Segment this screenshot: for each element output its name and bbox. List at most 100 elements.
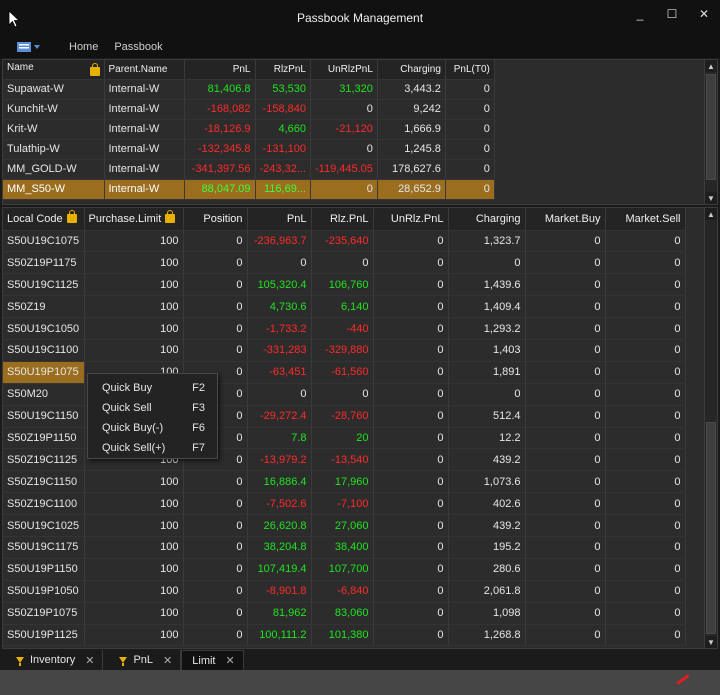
- scroll-thumb[interactable]: [706, 74, 716, 180]
- column-header-parent-name[interactable]: Parent.Name: [104, 60, 185, 80]
- filter-icon: [119, 657, 128, 666]
- position-row[interactable]: S50U19C1050 100 0 -1,733.2 -440 0 1,293.2 0 0: [3, 317, 686, 340]
- maximize-button[interactable]: ☐: [656, 0, 688, 28]
- position-row[interactable]: S50Z19P1175 100 0 0 0 0 0 0 0: [3, 251, 686, 275]
- passbook-link[interactable]: Passbook: [114, 41, 162, 53]
- table-cell: 0: [373, 470, 449, 494]
- column-header-pnl-t0[interactable]: PnL(T0): [445, 60, 495, 80]
- position-row[interactable]: S50Z19C1100 100 0 -7,502.6 -7,100 0 402.6 0 0: [3, 492, 686, 516]
- menu-button[interactable]: [17, 40, 43, 54]
- table-cell: 100: [84, 536, 184, 559]
- position-row[interactable]: S50U19C1025 100 0 26,620.8 27,060 0 439.2 0 0: [3, 514, 686, 537]
- table-cell: 0: [183, 470, 248, 494]
- table-cell: -158,840: [255, 99, 311, 120]
- table-cell: 0: [373, 558, 449, 581]
- position-row[interactable]: S50Z19C1150 100 0 16,886.4 17,960 0 1,073.6 0 0: [3, 470, 686, 494]
- column-header-charging[interactable]: Charging: [448, 208, 526, 231]
- column-header-pnl[interactable]: PnL: [184, 60, 256, 80]
- table-cell: 0: [525, 514, 606, 537]
- scroll-down-icon[interactable]: ▼: [705, 636, 717, 648]
- table-cell: 0: [247, 383, 312, 406]
- column-header-name[interactable]: Name: [3, 60, 105, 80]
- account-row[interactable]: Supawat-W Internal-W 81,406.8 53,530 31,320 3…: [3, 79, 495, 100]
- table-cell: Kunchit-W: [3, 99, 105, 120]
- scroll-thumb[interactable]: [706, 422, 716, 634]
- menu-item-quick-sell[interactable]: Quick Sell F3: [88, 398, 217, 418]
- account-row[interactable]: Krit-W Internal-W -18,126.9 4,660 -21,120 1,6…: [3, 119, 495, 140]
- table-cell: 107,700: [311, 558, 374, 581]
- column-header-local-code[interactable]: Local Code: [3, 208, 85, 231]
- position-row[interactable]: S50U19C1100 100 0 -331,283 -329,880 0 1,403 0 0: [3, 339, 686, 362]
- positions-scrollbar[interactable]: ▲ ▼: [704, 208, 717, 648]
- table-cell: 0: [373, 361, 449, 384]
- position-row[interactable]: S50U19C1075 100 0 -236,963.7 -235,640 0 1,323.…: [3, 230, 686, 253]
- close-tab-icon[interactable]: ✕: [226, 654, 235, 667]
- table-cell: 0: [448, 383, 526, 406]
- scroll-up-icon[interactable]: ▲: [705, 208, 717, 220]
- table-cell: Tulathip-W: [3, 139, 105, 160]
- table-cell: 0: [183, 602, 248, 625]
- close-tab-icon[interactable]: ✕: [163, 654, 172, 667]
- column-header-unrlzpnl[interactable]: UnRlzPnL: [310, 60, 378, 80]
- table-cell: 0: [525, 339, 606, 362]
- table-cell: 101,380: [311, 624, 374, 647]
- account-row[interactable]: MM_S50-W Internal-W 88,047.09 116,69... 0 28,…: [3, 179, 495, 200]
- table-cell: 100: [84, 470, 184, 494]
- table-cell: 100: [84, 251, 184, 275]
- table-cell: 0: [605, 427, 686, 450]
- position-row[interactable]: S50U19P1150 100 0 107,419.4 107,700 0 280.6 0 0: [3, 558, 686, 581]
- column-header-charging[interactable]: Charging: [377, 60, 446, 80]
- table-cell: 0: [605, 602, 686, 625]
- menu-item-quick-sell-plus[interactable]: Quick Sell(+) F7: [88, 438, 217, 458]
- column-header-market-sell[interactable]: Market.Sell: [605, 208, 686, 231]
- table-cell: -18,126.9: [184, 119, 256, 140]
- column-header-unrlz-pnl[interactable]: UnRlz.PnL: [373, 208, 449, 231]
- position-row[interactable]: S50Z19 100 0 4,730.6 6,140 0 1,409.4 0 0: [3, 295, 686, 319]
- tab-inventory[interactable]: Inventory ✕: [0, 650, 104, 670]
- scroll-down-icon[interactable]: ▼: [705, 192, 717, 204]
- home-link[interactable]: Home: [69, 41, 98, 53]
- table-cell: 0: [525, 602, 606, 625]
- menu-item-quick-buy[interactable]: Quick Buy F2: [88, 378, 217, 398]
- position-row[interactable]: S50Z19P1075 100 0 81,962 83,060 0 1,098 0 0: [3, 602, 686, 625]
- table-cell: 107,419.4: [247, 558, 312, 581]
- table-cell: -235,640: [311, 230, 374, 253]
- account-row[interactable]: Kunchit-W Internal-W -168,082 -158,840 0 9,24…: [3, 99, 495, 120]
- table-cell: 0: [373, 602, 449, 625]
- status-bar: [0, 670, 720, 695]
- tab-pnl[interactable]: PnL ✕: [103, 650, 182, 670]
- position-row[interactable]: S50U19C1125 100 0 105,320.4 106,760 0 1,439.6 0…: [3, 273, 686, 297]
- position-row[interactable]: S50U19P1050 100 0 -8,901.8 -6,840 0 2,061.8 0 0: [3, 580, 686, 603]
- position-row[interactable]: S50U19P1125 100 0 100,111.2 101,380 0 1,268.8 0…: [3, 624, 686, 647]
- table-cell: 0: [373, 273, 449, 297]
- table-cell: 2,061.8: [448, 580, 526, 603]
- table-cell: 1,268.8: [448, 624, 526, 647]
- scroll-up-icon[interactable]: ▲: [705, 60, 717, 72]
- account-row[interactable]: Tulathip-W Internal-W -132,345.8 -131,100 0 1…: [3, 139, 495, 160]
- table-cell: 0: [183, 295, 248, 319]
- table-cell: 0: [183, 251, 248, 275]
- column-header-pnl[interactable]: PnL: [247, 208, 312, 231]
- table-cell: -63,451: [247, 361, 312, 384]
- close-tab-icon[interactable]: ✕: [85, 654, 94, 667]
- minimize-button[interactable]: _: [624, 0, 656, 28]
- table-cell: 100: [84, 295, 184, 319]
- close-button[interactable]: ✕: [688, 0, 720, 28]
- table-cell: 402.6: [448, 492, 526, 516]
- accounts-header-row: Name Parent.Name PnL RlzPnL UnRlzPnL Cha…: [3, 60, 495, 80]
- accounts-scrollbar[interactable]: ▲ ▼: [704, 60, 717, 204]
- column-header-position[interactable]: Position: [183, 208, 248, 231]
- position-row[interactable]: S50U19C1175 100 0 38,204.8 38,400 0 195.2 0 0: [3, 536, 686, 559]
- table-cell: S50Z19P1175: [3, 251, 85, 275]
- tab-limit[interactable]: Limit ✕: [181, 650, 244, 670]
- table-cell: S50U19C1175: [3, 536, 85, 559]
- table-cell: 0: [183, 514, 248, 537]
- menu-item-quick-buy-minus[interactable]: Quick Buy(-) F6: [88, 418, 217, 438]
- column-header-purchase-limit[interactable]: Purchase.Limit: [84, 208, 184, 231]
- account-row[interactable]: MM_GOLD-W Internal-W -341,397.56 -243,32...…: [3, 159, 495, 180]
- column-header-rlzpnl[interactable]: RlzPnL: [255, 60, 311, 80]
- column-header-market-buy[interactable]: Market.Buy: [525, 208, 606, 231]
- table-cell: 0: [525, 405, 606, 428]
- column-header-rlz-pnl[interactable]: Rlz.PnL: [311, 208, 374, 231]
- table-cell: 0: [183, 580, 248, 603]
